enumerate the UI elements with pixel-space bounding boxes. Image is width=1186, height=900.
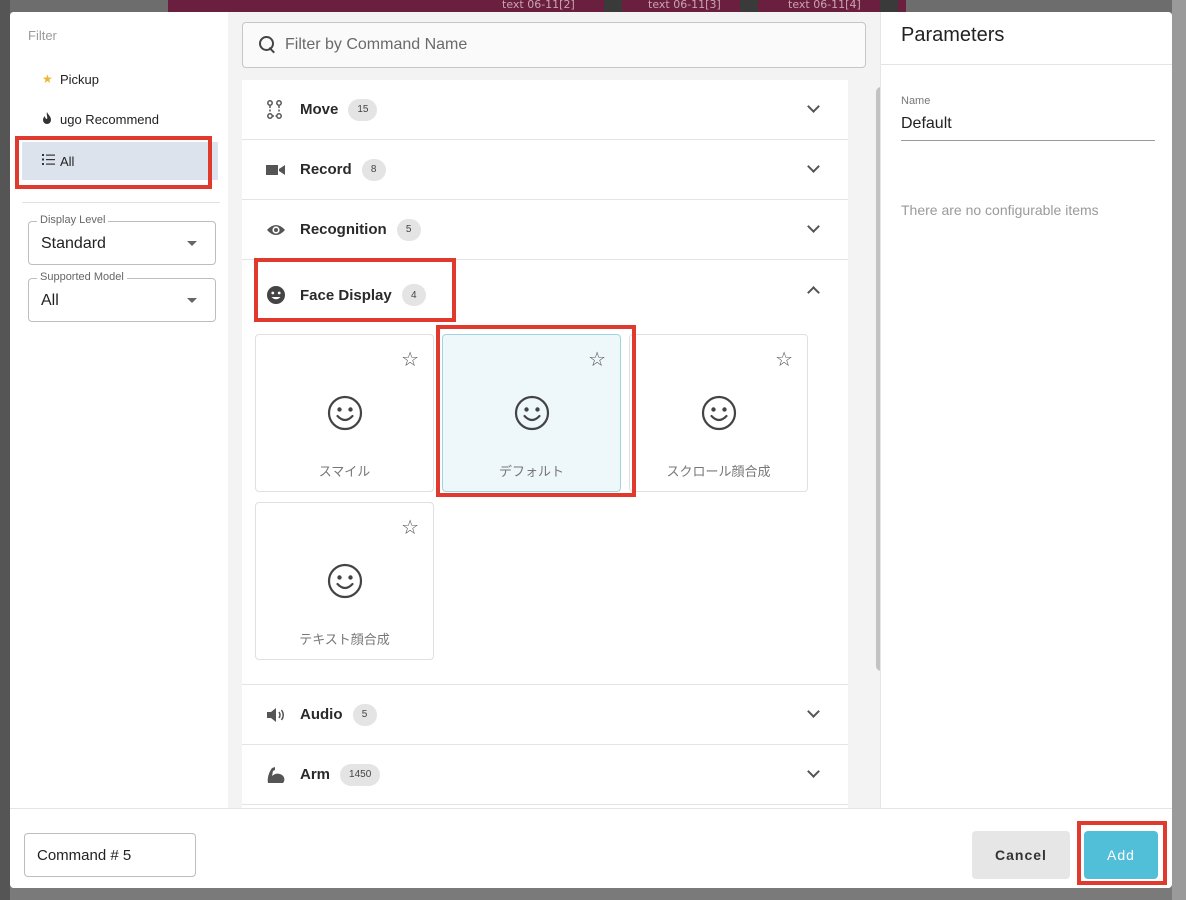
command-list-panel: Move 15 Record 8 Recognition 5 [228, 12, 886, 808]
filter-item-label: Pickup [60, 71, 100, 87]
command-card-label: スマイル [318, 465, 371, 480]
supported-model-select[interactable]: Supported Model All [28, 271, 216, 322]
name-field-value[interactable]: Default [901, 115, 952, 133]
parameters-title: Parameters [901, 24, 1005, 46]
command-category-list: Move 15 Record 8 Recognition 5 Face Disp… [242, 80, 848, 808]
star-outline-icon[interactable]: ☆ [588, 347, 606, 372]
category-count-badge: 4 [401, 284, 426, 306]
speaker-icon [266, 705, 290, 725]
background-right-edge [1172, 0, 1186, 900]
category-audio[interactable]: Audio 5 [242, 685, 848, 745]
command-card-text-face[interactable]: ☆ テキスト顔合成 [255, 502, 434, 660]
category-count-badge: 5 [396, 218, 421, 241]
parameters-divider [881, 64, 1172, 65]
command-card-scroll-face[interactable]: ☆ スクロール顔合成 [629, 334, 808, 492]
flame-icon [42, 111, 60, 127]
filter-item-pickup[interactable]: ★ Pickup [22, 60, 218, 98]
dropdown-caret-icon [187, 241, 197, 246]
dialog-footer: Cancel Add [10, 808, 1172, 888]
background-left-edge [0, 0, 10, 900]
cancel-button[interactable]: Cancel [972, 831, 1070, 879]
name-field-underline [901, 140, 1155, 141]
search-icon [257, 34, 279, 56]
smiley-face-icon [327, 395, 363, 431]
add-button[interactable]: Add [1084, 831, 1158, 879]
name-field-label: Name [901, 95, 931, 107]
display-level-select[interactable]: Display Level Standard [28, 214, 216, 265]
add-command-dialog: Filter ★ Pickup ugo Recommend All Displa… [10, 12, 1172, 888]
category-count-badge: 1450 [340, 763, 381, 786]
chevron-down-icon [807, 100, 820, 113]
chevron-up-icon [807, 286, 820, 299]
search-box [242, 22, 866, 68]
category-move[interactable]: Move 15 [242, 80, 848, 140]
move-icon [266, 99, 290, 120]
command-card-label: スクロール顔合成 [666, 465, 771, 480]
smiley-face-icon [701, 395, 737, 431]
eye-icon [266, 220, 290, 240]
supported-model-legend: Supported Model [37, 271, 127, 283]
filter-title: Filter [28, 28, 57, 43]
background-tab: text 06-11[3] [648, 0, 721, 11]
list-icon [42, 154, 60, 168]
dropdown-caret-icon [187, 298, 197, 303]
display-level-value: Standard [41, 235, 106, 252]
star-outline-icon[interactable]: ☆ [775, 347, 793, 372]
category-recognition[interactable]: Recognition 5 [242, 200, 848, 260]
search-input[interactable] [285, 36, 845, 54]
filter-item-recommend[interactable]: ugo Recommend [22, 100, 218, 138]
supported-model-value: All [41, 292, 59, 309]
background-separator [880, 0, 898, 12]
command-name-input[interactable] [24, 833, 196, 877]
command-card-label: デフォルト [498, 465, 564, 480]
video-camera-icon [266, 160, 290, 180]
background-app-strip: text 06-11[2] text 06-11[3] text 06-11[4… [0, 0, 1186, 12]
command-card-smile[interactable]: ☆ スマイル [255, 334, 434, 492]
background-separator [740, 0, 758, 12]
background-tab: text 06-11[4] [788, 0, 861, 11]
category-name: Move [300, 101, 339, 118]
smiley-face-icon [327, 563, 363, 599]
chevron-down-icon [807, 765, 820, 778]
filter-item-all[interactable]: All [22, 142, 218, 180]
category-arm[interactable]: Arm 1450 [242, 745, 848, 805]
star-icon: ★ [42, 72, 53, 86]
category-name: Audio [300, 706, 343, 723]
category-count-badge: 8 [361, 158, 386, 181]
no-configurable-items-message: There are no configurable items [901, 202, 1099, 218]
category-count-badge: 15 [348, 98, 378, 121]
filter-panel: Filter ★ Pickup ugo Recommend All Displa… [10, 12, 228, 808]
category-name: Face Display [300, 286, 392, 304]
star-outline-icon[interactable]: ☆ [401, 347, 419, 372]
display-level-legend: Display Level [37, 214, 109, 226]
smiley-icon [266, 285, 290, 305]
command-card-label: テキスト顔合成 [299, 633, 390, 648]
category-name: Recognition [300, 221, 387, 238]
arm-icon [266, 765, 290, 785]
filter-item-label: All [60, 153, 75, 169]
star-outline-icon[interactable]: ☆ [401, 515, 419, 540]
command-card-default[interactable]: ☆ デフォルト [442, 334, 621, 492]
background-separator [604, 0, 622, 12]
category-name: Record [300, 161, 352, 178]
filter-divider [22, 202, 220, 203]
chevron-down-icon [807, 220, 820, 233]
smiley-face-icon [514, 395, 550, 431]
category-face-display[interactable]: Face Display 4 [242, 260, 848, 330]
parameters-panel: Parameters Name Default There are no con… [880, 12, 1172, 808]
category-count-badge: 5 [352, 703, 377, 726]
background-tab: text 06-11[2] [502, 0, 575, 11]
filter-item-label: ugo Recommend [60, 111, 159, 127]
chevron-down-icon [807, 160, 820, 173]
chevron-down-icon [807, 705, 820, 718]
category-record[interactable]: Record 8 [242, 140, 848, 200]
category-name: Arm [300, 766, 331, 783]
